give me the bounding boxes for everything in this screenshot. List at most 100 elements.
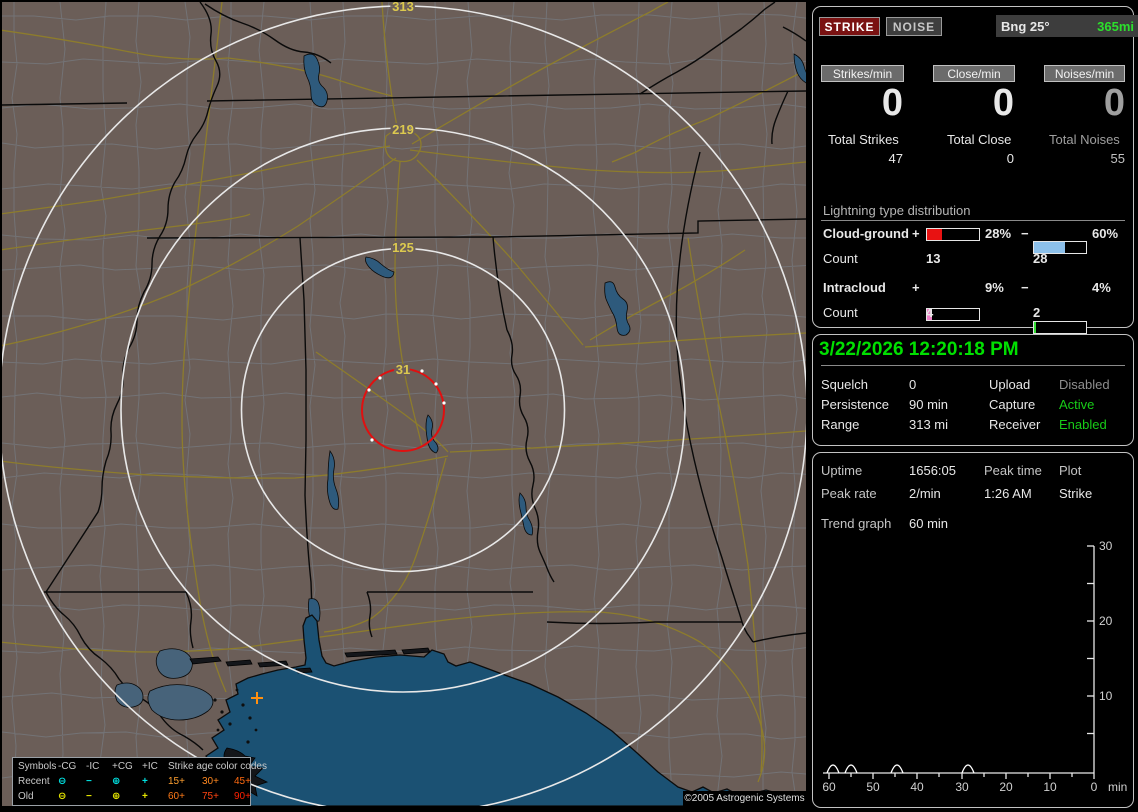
total-noises-label: Total Noises (1049, 132, 1120, 147)
cg-count-label: Count (823, 251, 858, 266)
persistence-value: 90 min (909, 397, 949, 412)
legend-col-ncg: -CG (58, 761, 77, 772)
trend-bumps (826, 764, 975, 774)
ring-label-125: 125 (392, 240, 414, 255)
legend-col-pcg: +CG (112, 761, 133, 772)
recent-neg-cg-icon: ⊖ (58, 776, 67, 787)
legend-col-nic: -IC (86, 761, 100, 772)
ic-count-label: Count (823, 305, 858, 320)
squelch-label: Squelch (821, 377, 868, 392)
cg-plus-pct: 28% (985, 226, 1012, 241)
old-neg-cg-icon: ⊖ (58, 791, 67, 802)
strikes-rate-value: 0 (881, 82, 903, 124)
old-neg-ic-icon: − (86, 791, 92, 802)
xtick-20: 20 (999, 780, 1013, 794)
recent-neg-ic-icon: − (86, 776, 92, 787)
distribution-title: Lightning type distribution (823, 203, 971, 218)
ic-minus-bar (1033, 321, 1087, 334)
upload-status: Disabled (1059, 377, 1110, 392)
xtick-50: 50 (866, 780, 880, 794)
xtick-30: 30 (955, 780, 969, 794)
xtick-60: 60 (822, 780, 836, 794)
trend-panel: Uptime 1656:05 Peak time Plot Peak rate … (812, 452, 1134, 808)
age-45: 45+ (234, 776, 251, 787)
close-per-min-header[interactable]: Close/min (933, 65, 1015, 82)
squelch-value: 0 (909, 377, 917, 392)
cg-minus-pct: 60% (1092, 226, 1119, 241)
total-close-value: 0 (1006, 151, 1014, 166)
symbol-legend: Symbols -CG -IC +CG +IC Strike age color… (12, 757, 267, 806)
strike-button[interactable]: STRIKE (819, 17, 880, 36)
ic-plus-bar (926, 308, 980, 321)
x-unit-label: min (1108, 780, 1127, 794)
close-rate-value: 0 (992, 82, 1014, 124)
ytick-30: 30 (1099, 539, 1113, 553)
ytick-20: 20 (1099, 614, 1113, 628)
total-close-label: Total Close (947, 132, 1012, 147)
distribution-divider (821, 220, 1125, 221)
total-strikes-value: 47 (888, 151, 903, 166)
receiver-status: Enabled (1059, 417, 1107, 432)
intracloud-label: Intracloud (823, 280, 886, 295)
noises-per-min-header[interactable]: Noises/min (1044, 65, 1125, 82)
cloud-ground-label: Cloud-ground (823, 226, 909, 241)
recent-pos-cg-icon: ⊕ (112, 776, 121, 787)
cg-plus-count: 13 (926, 251, 941, 266)
ic-minus-bar-fill (1034, 322, 1037, 333)
ic-plus-pct: 9% (985, 280, 1004, 295)
age-60: 60+ (168, 791, 185, 802)
xtick-0: 0 (1091, 780, 1098, 794)
strikes-per-min-header[interactable]: Strikes/min (821, 65, 904, 82)
upload-label: Upload (989, 377, 1031, 392)
cg-plus-bar (926, 228, 980, 241)
datetime-divider (821, 365, 1125, 366)
ytick-10: 10 (1099, 689, 1113, 703)
datetime-display: 3/22/2026 12:20:18 PM (819, 339, 1019, 360)
capture-label: Capture (989, 397, 1036, 412)
xtick-10: 10 (1043, 780, 1057, 794)
age-15: 15+ (168, 776, 185, 787)
bearing-value: Bng 25° (1001, 18, 1050, 34)
status-panel: 3/22/2026 12:20:18 PM Squelch 0 Upload D… (812, 334, 1134, 446)
ring-label-31: 31 (396, 362, 410, 377)
nexstorm-app: { "map": { "rings": ["313", "219", "125"… (0, 0, 1138, 812)
ic-minus-count: 2 (1033, 305, 1041, 320)
bearing-range-display: Bng 25° 365mi (996, 15, 1138, 37)
range-badge: 365mi (1097, 18, 1134, 34)
strike-counters-panel: STRIKE NOISE Bng 25° 365mi Strikes/min C… (812, 6, 1138, 334)
copyright-notice: ©2005 Astrogenic Systems (683, 791, 806, 806)
ic-plus-sign: + (912, 280, 920, 295)
capture-status: Active (1059, 397, 1095, 412)
age-90: 90+ (234, 791, 251, 802)
receiver-label: Receiver (989, 417, 1041, 432)
ic-minus-sign: − (1021, 280, 1029, 295)
total-strikes-label: Total Strikes (828, 132, 899, 147)
cg-plus-sign: + (912, 226, 920, 241)
noises-rate-value: 0 (1103, 82, 1125, 124)
age-75: 75+ (202, 791, 219, 802)
ic-plus-count: 4 (926, 305, 934, 320)
range-value: 313 mi (909, 417, 949, 432)
range-label: Range (821, 417, 860, 432)
ring-label-313: 313 (392, 0, 414, 14)
trend-graph: 30 20 10 60 50 40 30 20 10 0 min (822, 539, 1127, 794)
old-pos-ic-icon: + (142, 791, 148, 802)
legend-recent-label: Recent (18, 776, 50, 787)
cg-minus-count: 28 (1033, 251, 1048, 266)
xtick-40: 40 (910, 780, 924, 794)
ic-minus-pct: 4% (1092, 280, 1111, 295)
legend-old-label: Old (18, 791, 34, 802)
recent-pos-ic-icon: + (142, 776, 148, 787)
persistence-label: Persistence (821, 397, 889, 412)
age-30: 30+ (202, 776, 219, 787)
map-canvas[interactable]: 313 219 125 31 (0, 0, 808, 808)
cg-plus-bar-fill (927, 229, 942, 240)
old-pos-cg-icon: ⊕ (112, 791, 121, 802)
legend-col-pic: +IC (142, 761, 158, 772)
legend-symbols-header: Symbols (18, 761, 57, 772)
ring-label-219: 219 (392, 122, 414, 137)
legend-age-header: Strike age color codes (168, 761, 267, 772)
noise-button[interactable]: NOISE (886, 17, 942, 36)
cg-minus-sign: − (1021, 226, 1029, 241)
total-noises-value: 55 (1110, 151, 1125, 166)
